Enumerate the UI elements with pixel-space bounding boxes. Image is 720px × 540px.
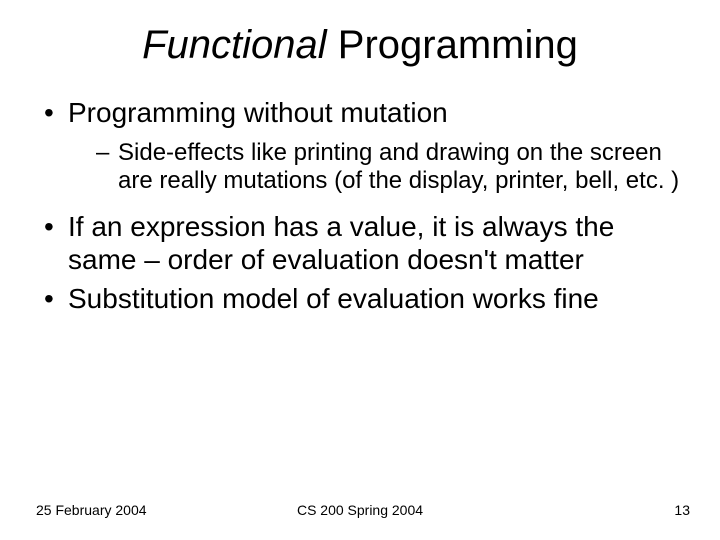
bullet-3-text: Substitution model of evaluation works f…: [68, 283, 599, 314]
bullet-1: Programming without mutation Side-effect…: [40, 96, 685, 196]
slide: Functional Programming Programming witho…: [0, 0, 720, 540]
title-rest: Programming: [327, 23, 578, 67]
bullet-1-text: Programming without mutation: [68, 97, 448, 128]
slide-footer: 25 February 2004 CS 200 Spring 2004 13: [0, 502, 720, 518]
bullet-2: If an expression has a value, it is alwa…: [40, 210, 685, 276]
bullet-2-text: If an expression has a value, it is alwa…: [68, 211, 614, 275]
bullet-3: Substitution model of evaluation works f…: [40, 282, 685, 315]
footer-date: 25 February 2004: [36, 502, 147, 518]
sub-bullet-list: Side-effects like printing and drawing o…: [68, 139, 685, 196]
slide-content: Programming without mutation Side-effect…: [30, 96, 690, 315]
footer-course: CS 200 Spring 2004: [297, 502, 423, 518]
title-italic: Functional: [142, 23, 327, 67]
footer-page: 13: [674, 502, 690, 518]
sub-bullet-1-text: Side-effects like printing and drawing o…: [118, 139, 679, 194]
bullet-list: Programming without mutation Side-effect…: [40, 96, 685, 315]
sub-bullet-1: Side-effects like printing and drawing o…: [96, 139, 685, 196]
slide-title: Functional Programming: [30, 23, 690, 68]
